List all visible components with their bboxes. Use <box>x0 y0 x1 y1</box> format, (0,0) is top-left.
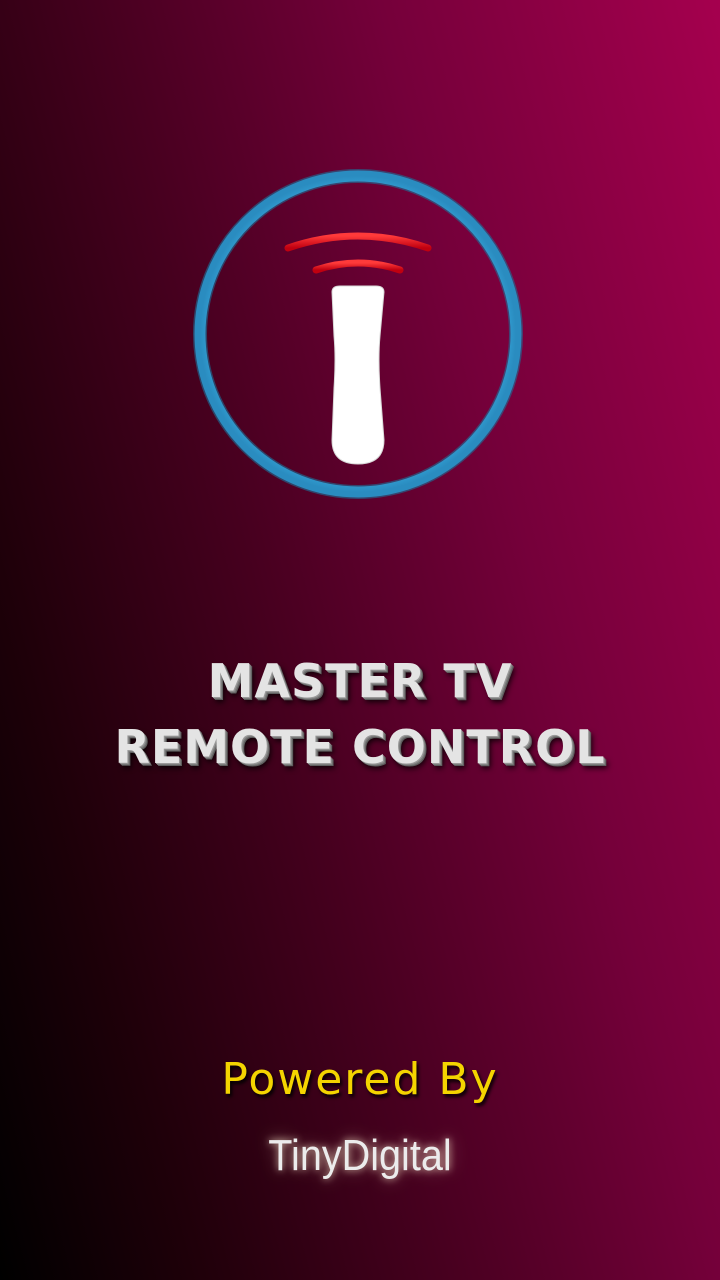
remote-signal-icon <box>193 169 523 499</box>
developer-brand: TinyDigital <box>268 1131 452 1180</box>
app-title-line2: REMOTE CONTROL <box>114 720 606 774</box>
splash-screen: MASTER TV REMOTE CONTROL Powered By Tiny… <box>0 0 720 1280</box>
app-logo <box>190 168 526 504</box>
powered-by-label: Powered By <box>221 1054 499 1105</box>
app-title-line1: MASTER TV <box>207 654 513 708</box>
